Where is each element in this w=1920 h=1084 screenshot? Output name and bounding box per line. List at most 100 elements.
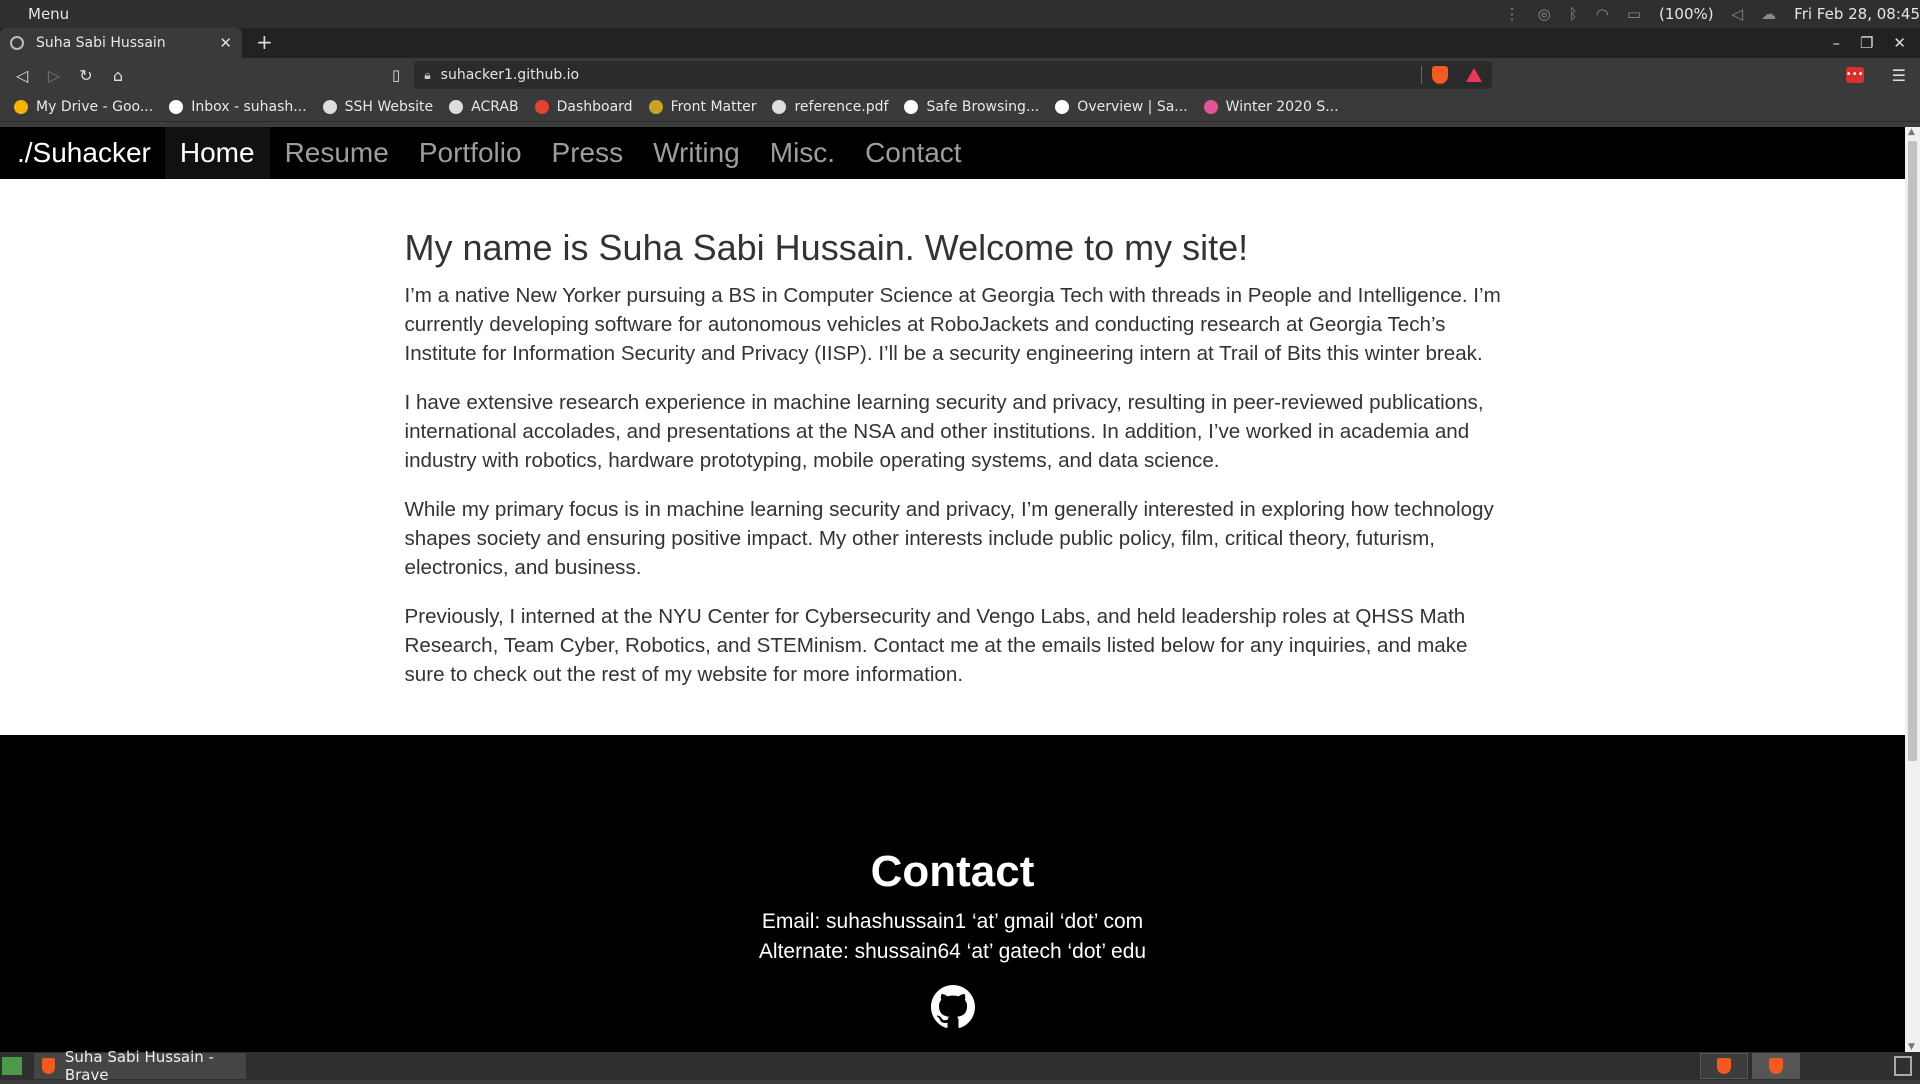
bookmark-favicon-icon xyxy=(1055,99,1070,114)
back-icon[interactable]: ◁ xyxy=(6,66,38,85)
scroll-down-icon[interactable]: ▼ xyxy=(1908,1042,1915,1052)
site-brand[interactable]: ./Suhacker xyxy=(3,127,165,179)
minimize-icon[interactable]: – xyxy=(1832,34,1840,52)
page-scrollbar[interactable]: ▲ ▼ xyxy=(1905,127,1920,1052)
weather-icon[interactable]: ☁ xyxy=(1761,5,1776,23)
browser-toolbar: ◁ ▷ ↻ ⌂ ▯ 🔒︎ suhacker1.github.io ••• ☰ xyxy=(0,58,1920,92)
trash-icon[interactable] xyxy=(1894,1056,1912,1076)
bookmark-label: ACRAB xyxy=(471,98,519,115)
restore-icon[interactable]: ❐ xyxy=(1860,34,1873,52)
divider xyxy=(1421,66,1423,84)
nav-home[interactable]: Home xyxy=(164,127,270,179)
bookmark-label: SSH Website xyxy=(344,98,434,115)
os-taskbar: Suha Sabi Hussain - Brave xyxy=(0,1048,1920,1084)
bookmark-favicon-icon xyxy=(169,99,184,114)
bookmark-item[interactable]: Winter 2020 S... xyxy=(1203,98,1339,115)
bookmark-favicon-icon xyxy=(1203,99,1218,114)
bookmark-item[interactable]: Safe Browsing... xyxy=(904,99,1039,115)
taskbar-right xyxy=(1700,1053,1920,1079)
bookmark-label: reference.pdf xyxy=(794,98,889,115)
home-icon[interactable]: ⌂ xyxy=(102,66,134,85)
bookmarks-bar: My Drive - Goo... Inbox - suhash... SSH We… xyxy=(0,92,1920,122)
alternate-email-text: Alternate: shussain64 ‘at’ gatech ‘dot’ … xyxy=(758,940,1147,963)
bookmark-item[interactable]: Overview | Sa... xyxy=(1055,98,1188,115)
bookmark-label: Inbox - suhash... xyxy=(191,98,307,115)
nav-portfolio[interactable]: Portfolio xyxy=(404,127,537,179)
workspace-2[interactable] xyxy=(1752,1053,1800,1079)
bookmark-favicon-icon xyxy=(322,99,337,114)
bookmark-item[interactable]: Front Matter xyxy=(648,98,757,115)
previous-paragraph: Previously, I interned at the NYU Center… xyxy=(404,605,1468,686)
main-content: My name is Suha Sabi Hussain. Welcome to… xyxy=(403,179,1503,689)
page-viewport: ./Suhacker Home Resume Portfolio Press W… xyxy=(0,127,1905,1052)
wifi-icon[interactable]: ◠ xyxy=(1596,5,1609,23)
workspace-1[interactable] xyxy=(1700,1053,1748,1079)
bookmark-item[interactable]: ACRAB xyxy=(449,98,519,115)
bookmark-label: Dashboard xyxy=(556,98,633,115)
kebab-icon[interactable]: ⋮ xyxy=(1505,5,1520,23)
url-text[interactable]: suhacker1.github.io xyxy=(441,67,1422,83)
contact-footer: Contact Email: suhashussain1 ‘at’ gmail … xyxy=(0,735,1905,1052)
bookmark-item[interactable]: My Drive - Goo... xyxy=(14,99,153,115)
bookmark-item[interactable]: Inbox - suhash... xyxy=(169,98,307,115)
volume-icon[interactable]: ◁ xyxy=(1732,5,1744,23)
reload-icon[interactable]: ↻ xyxy=(70,66,102,85)
site-navbar: ./Suhacker Home Resume Portfolio Press W… xyxy=(0,127,1905,179)
forward-icon[interactable]: ▷ xyxy=(38,66,70,85)
lock-icon[interactable]: 🔒︎ xyxy=(424,68,430,83)
github-icon[interactable] xyxy=(0,985,1905,1034)
address-bar[interactable]: 🔒︎ suhacker1.github.io xyxy=(414,61,1493,89)
brave-rewards-icon[interactable] xyxy=(1466,68,1483,82)
bookmark-favicon-icon xyxy=(14,99,28,114)
browser-tab-active[interactable]: Suha Sabi Hussain ✕ xyxy=(0,28,242,58)
bookmark-label: Winter 2020 S... xyxy=(1225,98,1339,115)
interests-paragraph: While my primary focus is in machine lea… xyxy=(404,498,1494,579)
battery-icon[interactable]: ▭ xyxy=(1627,5,1641,23)
brave-shields-icon[interactable] xyxy=(1432,66,1449,84)
bookmark-item[interactable]: SSH Website xyxy=(322,98,434,115)
menu-icon[interactable]: ☰ xyxy=(1892,66,1906,85)
bookmark-favicon-icon xyxy=(534,99,549,114)
bookmark-favicon-icon xyxy=(904,99,919,114)
tab-strip: Suha Sabi Hussain ✕ + – ❐ ✕ xyxy=(0,28,1920,58)
window-controls: – ❐ ✕ xyxy=(1832,34,1920,52)
system-tray: ⋮ ◎ ᛒ ◠ ▭ (100%) ◁ ☁ Fri Feb 28, 08:45 xyxy=(1505,5,1920,23)
close-tab-icon[interactable]: ✕ xyxy=(219,34,232,52)
nav-writing[interactable]: Writing xyxy=(638,127,755,179)
tab-title: Suha Sabi Hussain xyxy=(36,35,166,51)
close-window-icon[interactable]: ✕ xyxy=(1893,34,1906,52)
scroll-thumb[interactable] xyxy=(1908,141,1917,761)
nav-contact[interactable]: Contact xyxy=(850,127,977,179)
bookmark-item[interactable]: Dashboard xyxy=(534,98,633,115)
bookmark-favicon-icon xyxy=(772,99,787,114)
bookmark-label: Front Matter xyxy=(670,98,757,115)
bookmark-label: My Drive - Goo... xyxy=(36,98,154,115)
os-menu-button[interactable]: Menu xyxy=(0,5,69,23)
bookmark-item[interactable]: reference.pdf xyxy=(772,99,888,115)
brave-icon xyxy=(42,1058,55,1074)
footer-heading: Contact xyxy=(870,847,1035,896)
scroll-up-icon[interactable]: ▲ xyxy=(1908,127,1915,137)
bluetooth-icon[interactable]: ᛒ xyxy=(1569,5,1578,23)
extension-icon[interactable]: ••• xyxy=(1845,67,1864,83)
battery-percent: (100%) xyxy=(1659,5,1714,23)
nav-press[interactable]: Press xyxy=(537,127,639,179)
new-tab-icon[interactable]: + xyxy=(256,30,273,54)
lightbulb-icon[interactable]: ◎ xyxy=(1538,5,1551,23)
email-text: Email: suhashussain1 ‘at’ gmail ‘dot’ co… xyxy=(761,910,1144,933)
bookmark-icon[interactable]: ▯ xyxy=(392,66,400,84)
bookmark-favicon-icon xyxy=(648,99,663,114)
brave-icon xyxy=(1717,1058,1731,1074)
bookmark-label: Overview | Sa... xyxy=(1077,98,1188,115)
page-title: My name is Suha Sabi Hussain. Welcome to… xyxy=(404,227,1249,268)
clock[interactable]: Fri Feb 28, 08:45 xyxy=(1794,5,1920,23)
nav-misc[interactable]: Misc. xyxy=(755,127,850,179)
taskbar-window-label: Suha Sabi Hussain - Brave xyxy=(64,1048,214,1084)
globe-icon xyxy=(10,36,24,50)
os-top-panel: Menu ⋮ ◎ ᛒ ◠ ▭ (100%) ◁ ☁ Fri Feb 28, 08… xyxy=(0,0,1920,28)
bookmark-label: Safe Browsing... xyxy=(926,98,1040,115)
start-menu-icon[interactable] xyxy=(2,1057,22,1075)
nav-resume[interactable]: Resume xyxy=(270,127,404,179)
taskbar-window-brave[interactable]: Suha Sabi Hussain - Brave xyxy=(34,1048,246,1084)
brave-icon xyxy=(1769,1058,1783,1074)
